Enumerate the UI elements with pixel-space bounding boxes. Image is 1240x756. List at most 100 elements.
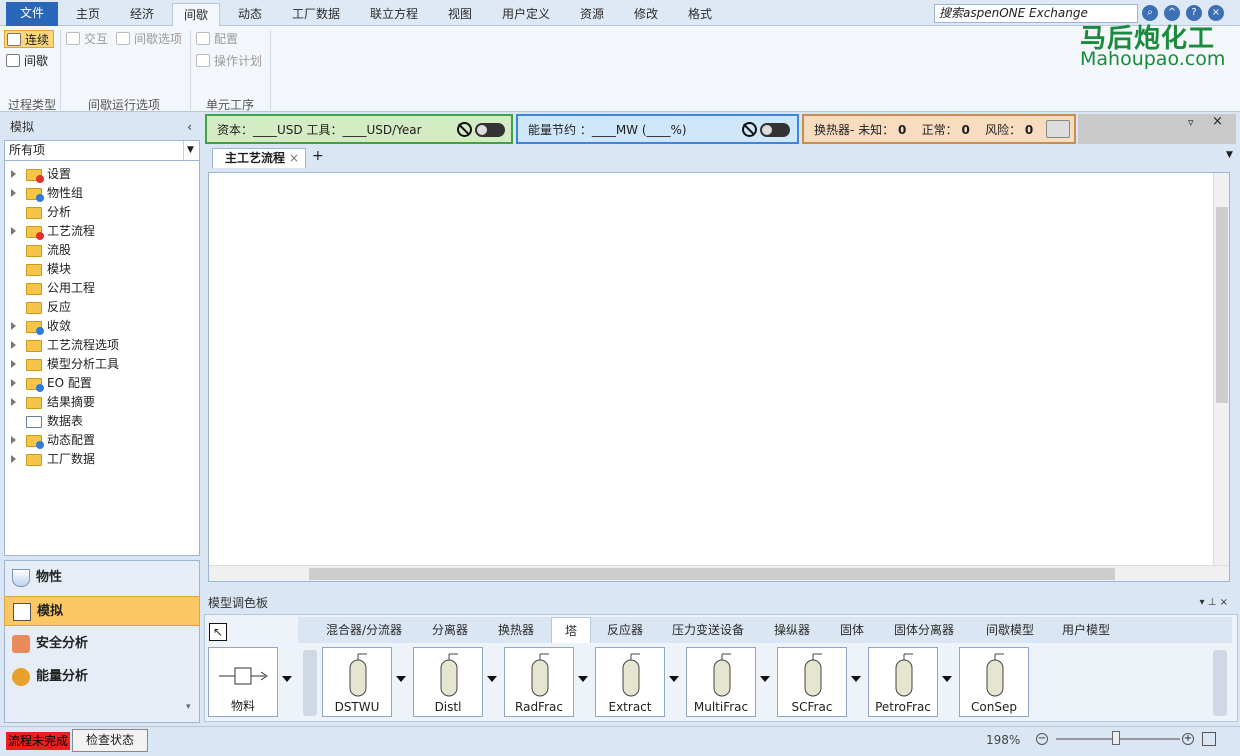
energy-toggle[interactable]: [760, 123, 790, 137]
chevron-down-icon[interactable]: ▿: [1188, 116, 1194, 129]
nav-more-chevron-icon[interactable]: ▾: [186, 702, 191, 712]
tab-equation-oriented[interactable]: 联立方程: [358, 3, 430, 26]
palette-tab-pressure-changers[interactable]: 压力变送设备: [666, 617, 750, 643]
tree-item[interactable]: 分析: [5, 203, 71, 222]
zoom-slider-thumb[interactable]: [1112, 731, 1120, 745]
chevron-down-icon[interactable]: [578, 676, 588, 682]
tab-main-flowsheet[interactable]: 主工艺流程 ×: [212, 148, 306, 168]
collapse-chevron-icon[interactable]: ‹: [187, 116, 192, 138]
horizontal-scroll-thumb[interactable]: [309, 568, 1115, 580]
nav-simulation-button[interactable]: 模拟: [4, 596, 200, 626]
tree-item[interactable]: 工艺流程选项: [5, 336, 119, 355]
nav-energy-button[interactable]: 能量分析: [4, 662, 200, 692]
expand-triangle-icon[interactable]: [11, 360, 16, 368]
chevron-down-icon[interactable]: [760, 676, 770, 682]
close-icon[interactable]: ×: [1212, 114, 1223, 129]
tree-item[interactable]: EO 配置: [5, 374, 92, 393]
tree-item[interactable]: 物性组: [5, 184, 83, 203]
close-tab-icon[interactable]: ×: [289, 149, 299, 167]
palette-item-scfrac[interactable]: SCFrac: [777, 647, 847, 717]
chevron-down-icon[interactable]: [487, 676, 497, 682]
palette-scroll-right-icon[interactable]: [1213, 650, 1227, 716]
tree-item[interactable]: 流股: [5, 241, 71, 260]
palette-tab-solids[interactable]: 固体: [832, 617, 872, 643]
palette-tab-mixers[interactable]: 混合器/分流器: [320, 617, 408, 643]
configure-button[interactable]: 配置: [194, 30, 238, 48]
tree-item[interactable]: 数据表: [5, 412, 83, 431]
palette-tab-columns[interactable]: 塔: [551, 617, 591, 643]
nav-safety-button[interactable]: 安全分析: [4, 629, 200, 659]
tab-resources[interactable]: 资源: [568, 3, 616, 26]
tab-modify[interactable]: 修改: [622, 3, 670, 26]
palette-item-multifrac[interactable]: MultiFrac: [686, 647, 756, 717]
palette-item-petrofrac[interactable]: PetroFrac: [868, 647, 938, 717]
tab-customize[interactable]: 用户定义: [490, 3, 562, 26]
interactive-checkbox[interactable]: 交互: [64, 30, 108, 48]
tab-view[interactable]: 视图: [436, 3, 484, 26]
tree-item[interactable]: 工厂数据: [5, 450, 95, 469]
chevron-down-icon[interactable]: ▼: [1226, 150, 1233, 160]
vertical-scroll-thumb[interactable]: [1216, 207, 1228, 403]
palette-item-distl[interactable]: Distl: [413, 647, 483, 717]
expand-triangle-icon[interactable]: [11, 322, 16, 330]
tree-item[interactable]: 反应: [5, 298, 71, 317]
palette-pin-icon[interactable]: ▾ ⊥ ×: [1200, 592, 1228, 614]
expand-triangle-icon[interactable]: [11, 341, 16, 349]
palette-scroll-left-icon[interactable]: [303, 650, 317, 716]
palette-tab-batch-models[interactable]: 间歇模型: [978, 617, 1042, 643]
palette-tab-exchangers[interactable]: 换热器: [490, 617, 542, 643]
expand-triangle-icon[interactable]: [11, 227, 16, 235]
tree-item[interactable]: 动态配置: [5, 431, 95, 450]
chevron-down-icon[interactable]: [851, 676, 861, 682]
expand-triangle-icon[interactable]: [11, 455, 16, 463]
fit-to-window-icon[interactable]: [1202, 732, 1216, 746]
zoom-in-icon[interactable]: +: [1182, 733, 1194, 745]
palette-tab-reactors[interactable]: 反应器: [600, 617, 650, 643]
tree-item[interactable]: 设置: [5, 165, 71, 184]
tree-item[interactable]: 模型分析工具: [5, 355, 119, 374]
tree-item[interactable]: 结果摘要: [5, 393, 95, 412]
palette-item-material-stream[interactable]: 物料: [208, 647, 278, 717]
continuous-button[interactable]: 连续: [4, 30, 55, 48]
palette-item-dstwu[interactable]: DSTWU: [322, 647, 392, 717]
chevron-down-icon[interactable]: [669, 676, 679, 682]
palette-item-radfrac[interactable]: RadFrac: [504, 647, 574, 717]
hx-dropdown-icon[interactable]: [1046, 120, 1070, 138]
capital-toggle[interactable]: [475, 123, 505, 137]
expand-triangle-icon[interactable]: [11, 436, 16, 444]
chevron-down-icon[interactable]: [282, 676, 292, 682]
tab-dynamics[interactable]: 动态: [226, 3, 274, 26]
tree-item[interactable]: 公用工程: [5, 279, 95, 298]
horizontal-scrollbar[interactable]: [209, 565, 1229, 581]
batch-button[interactable]: 间歇: [4, 52, 48, 70]
zoom-out-icon[interactable]: −: [1036, 733, 1048, 745]
pointer-tool-icon[interactable]: ↖: [209, 623, 227, 641]
tree-item[interactable]: 工艺流程: [5, 222, 95, 241]
tree-item[interactable]: 模块: [5, 260, 71, 279]
palette-tab-manipulators[interactable]: 操纵器: [766, 617, 818, 643]
tab-batch[interactable]: 间歇: [172, 3, 220, 27]
tab-economics[interactable]: 经济: [118, 3, 166, 26]
palette-item-extract[interactable]: Extract: [595, 647, 665, 717]
batch-options-button[interactable]: 间歇选项: [114, 30, 182, 48]
palette-tab-user-models[interactable]: 用户模型: [1056, 617, 1116, 643]
check-status-button[interactable]: 检查状态: [72, 729, 148, 752]
chevron-down-icon[interactable]: ▼: [183, 141, 197, 160]
vertical-scrollbar[interactable]: [1213, 173, 1229, 567]
tab-format[interactable]: 格式: [676, 3, 724, 26]
chevron-down-icon[interactable]: [942, 676, 952, 682]
expand-triangle-icon[interactable]: [11, 170, 16, 178]
operation-plan-button[interactable]: 操作计划: [194, 52, 262, 70]
tree-item[interactable]: 收敛: [5, 317, 71, 336]
add-tab-icon[interactable]: +: [312, 148, 324, 164]
tab-plant-data[interactable]: 工厂数据: [280, 3, 352, 26]
palette-tab-solids-separators[interactable]: 固体分离器: [888, 617, 960, 643]
tab-home[interactable]: 主页: [64, 3, 112, 26]
palette-item-consep[interactable]: ConSep: [959, 647, 1029, 717]
expand-triangle-icon[interactable]: [11, 189, 16, 197]
flowsheet-canvas[interactable]: [208, 172, 1230, 582]
expand-triangle-icon[interactable]: [11, 398, 16, 406]
nav-properties-button[interactable]: 物性: [4, 563, 200, 593]
nav-filter-select[interactable]: 所有项 ▼: [4, 140, 200, 161]
chevron-down-icon[interactable]: [396, 676, 406, 682]
